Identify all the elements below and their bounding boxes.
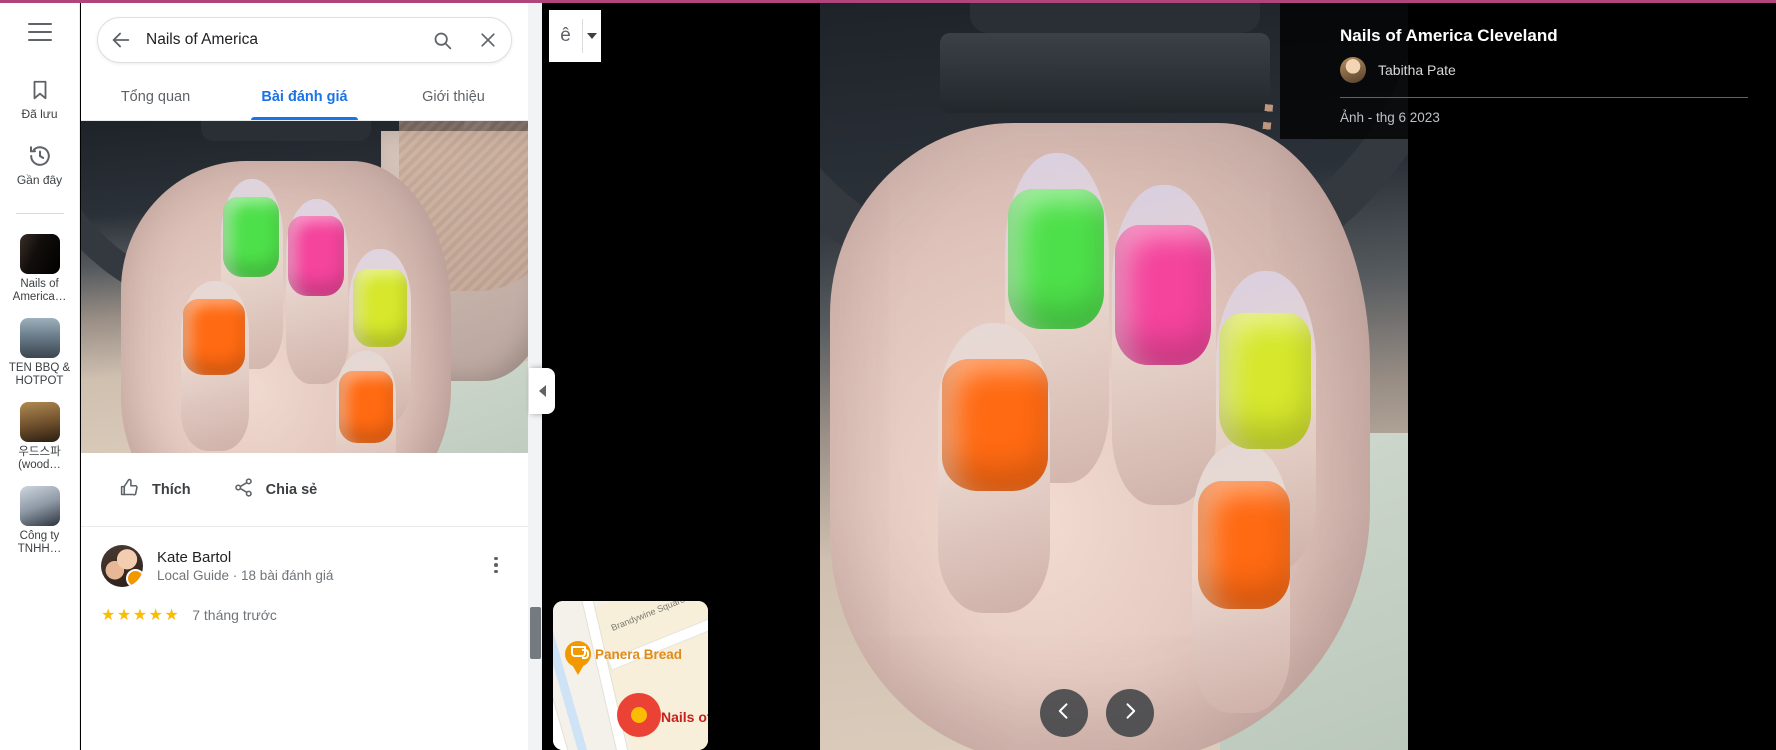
- rail-place-2[interactable]: 우드스파 (wood…: [0, 402, 80, 472]
- review-header: Kate Bartol Local Guide · 18 bài đánh gi…: [101, 545, 512, 587]
- tab-label-1: Bài đánh giá: [261, 88, 348, 105]
- search-icon[interactable]: [419, 17, 465, 63]
- share-label: Chia sẻ: [265, 481, 318, 498]
- map-pin-cafe[interactable]: [565, 641, 591, 675]
- photo-viewer: Nails of America Cleveland Tabitha Pate …: [542, 3, 1776, 750]
- search-bar-container: [81, 3, 528, 63]
- tab-tong-quan[interactable]: Tổng quan: [81, 73, 230, 120]
- collapse-left-icon: [538, 385, 546, 397]
- nail-photo-artwork: [81, 121, 528, 453]
- rail-place-1[interactable]: TEN BBQ & HOTPOT: [0, 318, 80, 388]
- reviewer-subtitle: Local Guide · 18 bài đánh giá: [157, 567, 334, 583]
- reviewer-avatar[interactable]: [101, 545, 143, 587]
- search-bar: [97, 17, 512, 63]
- panel-scrollbar-thumb[interactable]: [530, 607, 541, 659]
- photo-info-card: Nails of America Cleveland Tabitha Pate …: [1280, 3, 1776, 139]
- tab-gioi-thieu[interactable]: Giới thiệu: [379, 73, 528, 120]
- place-details-panel: Tổng quan Bài đánh giá Giới thiệu: [81, 3, 528, 750]
- rating-stars: ★★★★★: [101, 607, 181, 624]
- review-photo-thumbnail[interactable]: [81, 121, 528, 453]
- nails-of-america-thumb: [19, 234, 60, 274]
- close-x-icon[interactable]: [465, 17, 511, 63]
- photo-title: Nails of America Cleveland: [1340, 26, 1558, 45]
- tab-label-0: Tổng quan: [120, 88, 191, 105]
- like-label: Thích: [152, 481, 191, 498]
- photo-meta: Ảnh - thg 6 2023: [1340, 110, 1440, 125]
- history-clock-icon: [28, 143, 52, 169]
- share-button[interactable]: Chia sẻ: [233, 477, 318, 503]
- panel-tabs: Tổng quan Bài đánh giá Giới thiệu: [81, 73, 528, 121]
- left-nav-rail: Đã lưu Gần đây Nails of America… TEN BBQ…: [0, 3, 80, 750]
- review-item: Kate Bartol Local Guide · 18 bài đánh gi…: [81, 527, 528, 625]
- rail-place-label-3: Công ty TNHH…: [17, 530, 62, 555]
- rail-place-0[interactable]: Nails of America…: [0, 234, 80, 304]
- rail-place-label-1: TEN BBQ & HOTPOT: [8, 362, 71, 387]
- rail-place-label-2: 우드스파 (wood…: [18, 446, 61, 471]
- bookmark-icon: [29, 77, 51, 103]
- rail-place-3[interactable]: Công ty TNHH…: [0, 486, 80, 556]
- tab-label-2: Giới thiệu: [422, 88, 485, 105]
- tab-bai-danh-gia[interactable]: Bài đánh giá: [230, 73, 379, 120]
- sidebar-label-recent: Gần đây: [16, 173, 63, 187]
- chevron-right-icon: [1120, 701, 1140, 726]
- share-icon: [233, 477, 254, 503]
- chevron-left-icon: [1054, 701, 1074, 726]
- review-meta: ★★★★★ 7 tháng trước: [101, 605, 512, 625]
- hamburger-menu-icon[interactable]: [27, 23, 52, 41]
- thumb-up-icon: [119, 477, 140, 503]
- app-root: Đã lưu Gần đây Nails of America… TEN BBQ…: [0, 0, 1776, 750]
- sidebar-item-saved[interactable]: Đã lưu: [0, 77, 80, 121]
- photo-author-name: Tabitha Pate: [1378, 62, 1456, 78]
- review-actions: Thích Chia sẻ: [81, 453, 528, 527]
- search-input[interactable]: [144, 31, 419, 49]
- reviewer-name: Kate Bartol: [157, 548, 232, 566]
- sidebar-label-saved: Đã lưu: [21, 107, 58, 121]
- ime-character[interactable]: ê: [549, 25, 582, 47]
- contributor-avatar: [1340, 57, 1366, 83]
- ten-bbq-hotpot-thumb: [19, 318, 60, 358]
- like-button[interactable]: Thích: [119, 477, 191, 503]
- photo-author-row[interactable]: Tabitha Pate: [1340, 57, 1748, 83]
- ime-language-widget: ê: [549, 10, 601, 62]
- map-pin-place[interactable]: [617, 693, 661, 743]
- collapse-panel-handle[interactable]: [529, 368, 555, 414]
- wood-spa-thumb: [19, 402, 60, 442]
- cong-ty-tnhh-thumb: [19, 486, 60, 526]
- sidebar-item-recent[interactable]: Gần đây: [0, 143, 80, 187]
- top-accent-rule: [0, 0, 1776, 3]
- info-divider: [1340, 97, 1748, 98]
- mini-map-preview[interactable]: Brandywine Square Mall Panera Bread Nail…: [553, 601, 708, 750]
- next-photo-button[interactable]: [1106, 689, 1154, 737]
- map-label-panera: Panera Bread: [595, 647, 683, 662]
- coffee-cup-icon: [571, 646, 589, 659]
- rail-divider: [15, 213, 64, 214]
- review-time: 7 tháng trước: [192, 607, 277, 623]
- prev-photo-button[interactable]: [1040, 689, 1088, 737]
- chevron-down-icon[interactable]: [583, 33, 601, 39]
- map-label-nails: Nails of: [661, 709, 708, 725]
- kebab-menu-icon[interactable]: [484, 553, 508, 577]
- back-arrow-icon[interactable]: [98, 17, 144, 63]
- rail-place-label-0: Nails of America…: [12, 278, 67, 303]
